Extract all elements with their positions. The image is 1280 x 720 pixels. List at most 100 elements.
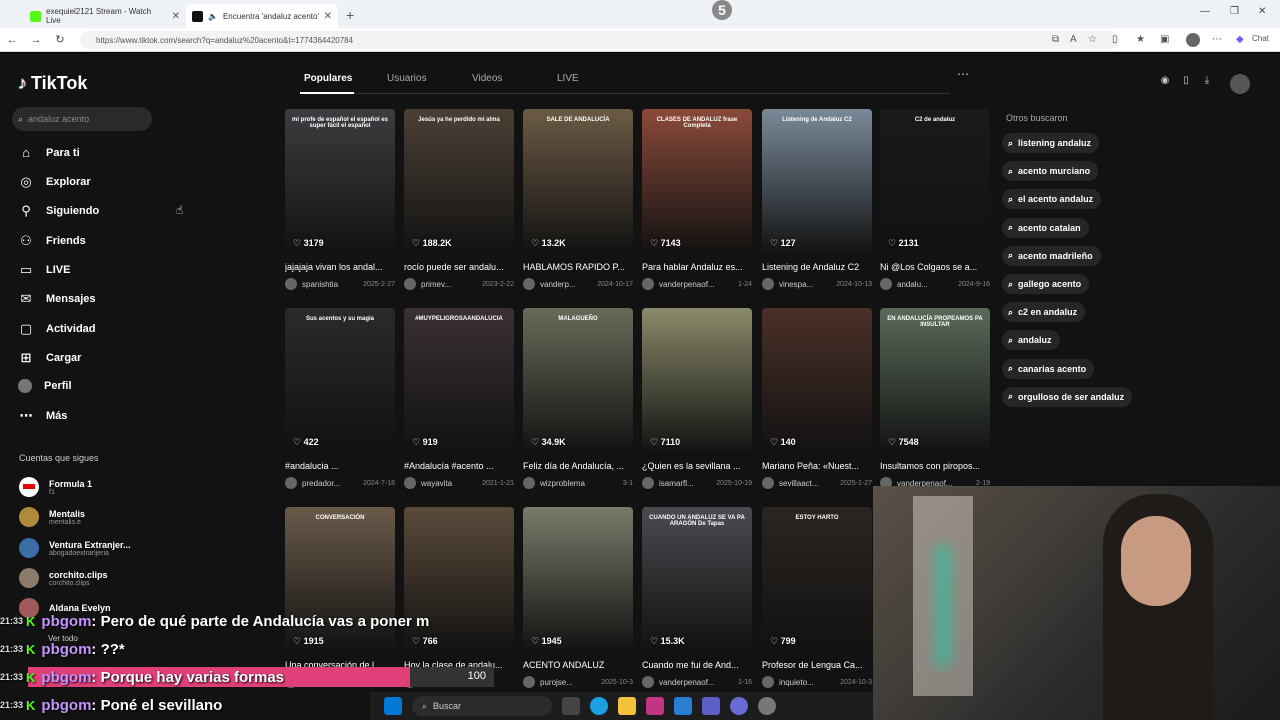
video-thumbnail[interactable]: Jesús ya he perdido mi alma ♡ 188.2K [404,109,514,255]
author-name[interactable]: primev... [421,280,451,289]
video-thumbnail[interactable]: mi profe de español el español es super … [285,109,395,255]
coin-icon[interactable]: ◉ [1156,75,1174,93]
nav-item-more[interactable]: ⋯ Más [18,408,68,424]
author-name[interactable]: predador... [302,479,340,488]
related-search-chip[interactable]: ⌕ listening andaluz [1002,133,1100,153]
video-caption[interactable]: #andalucia ... [285,461,395,471]
menu-icon[interactable]: ⋯ [1212,34,1222,45]
windows-start-icon[interactable] [384,697,402,715]
author-avatar[interactable] [523,477,535,489]
video-caption[interactable]: Ni @Los Colgaos se a... [880,262,990,272]
related-search-chip[interactable]: ⌕ acento murciano [1002,161,1099,182]
video-card[interactable]: EN ANDALUCÍA PROPEAMOS PA INSULTAR ♡ 754… [880,308,990,489]
video-caption[interactable]: Para hablar Andaluz es... [642,262,752,272]
device-icon[interactable]: ▯ [1177,75,1195,93]
tab-popular[interactable]: Populares [304,73,352,84]
back-icon[interactable]: ← [0,34,24,46]
author-name[interactable]: spanishtia [302,280,338,289]
store-icon[interactable] [674,697,692,715]
video-caption[interactable]: Feliz día de Andalucía, ... [523,461,633,471]
author-avatar[interactable] [404,477,416,489]
new-tab-button[interactable]: + [346,7,354,23]
close-window-icon[interactable]: ✕ [1258,6,1266,17]
collections-icon[interactable]: ▣ [1160,34,1169,45]
nav-item-upload[interactable]: ⊞ Cargar [18,350,82,366]
nav-item-live[interactable]: ▭ LIVE [18,262,71,278]
taskbar-search[interactable]: ⌕ Buscar [412,696,552,716]
minimize-icon[interactable]: — [1200,6,1210,17]
search-input[interactable]: ⌕ andaluz acento [12,107,152,131]
reload-icon[interactable]: ↻ [48,33,72,46]
nav-item-friends[interactable]: ⚇ Friends [18,233,86,249]
tiktok-logo[interactable]: ♪ TikTok [18,73,87,94]
video-card[interactable]: Sus acentos y su magia ♡ 422 #andalucia … [285,308,395,489]
related-search-chip[interactable]: ⌕ acento catalan [1002,217,1089,238]
related-search-chip[interactable]: ⌕ andaluz [1002,330,1060,351]
video-thumbnail[interactable]: Listening de Andaluz C2 ♡ 127 [762,109,872,255]
video-thumbnail[interactable]: ♡ 1945 [523,507,633,653]
video-thumbnail[interactable]: #MUYPELIGROSAANDALUCIA ♡ 919 [404,308,514,454]
author-avatar[interactable] [880,278,892,290]
video-thumbnail[interactable]: CUANDO UN ANDALUZ SE VA PA ARAGÓN De Tap… [642,507,752,653]
favorites-bar-icon[interactable]: ★ [1136,34,1145,45]
profile-avatar[interactable] [1186,33,1200,47]
video-card[interactable]: C2 de andaluz ♡ 2131 Ni @Los Colgaos se … [880,109,990,290]
author-name[interactable]: vinespa... [779,280,813,289]
video-thumbnail[interactable]: ♡ 7110 [642,308,752,454]
more-options-icon[interactable]: ⋯ [957,67,969,81]
video-card[interactable]: SALE DE ANDALUCÍA ♡ 13.2K HABLAMOS RAPID… [523,109,633,290]
forward-icon[interactable]: → [24,34,48,46]
video-card[interactable]: ESTOY HARTO ♡ 799 Profesor de Lengua Ca.… [762,507,872,688]
video-thumbnail[interactable]: EN ANDALUCÍA PROPEAMOS PA INSULTAR ♡ 754… [880,308,990,454]
task-view-icon[interactable] [562,697,580,715]
settings-icon[interactable] [758,697,776,715]
close-tab-icon[interactable]: ✕ [324,11,332,22]
video-thumbnail[interactable]: C2 de andaluz ♡ 2131 [880,109,990,255]
video-caption[interactable]: jajajaja vivan los andal... [285,262,395,272]
install-icon[interactable]: ⧉ [1052,34,1059,45]
url-field[interactable]: https://www.tiktok.com/search?q=andaluz%… [80,31,1120,49]
author-avatar[interactable] [285,278,297,290]
author-avatar[interactable] [642,676,654,688]
favorite-icon[interactable]: ☆ [1088,34,1097,45]
author-avatar[interactable] [523,278,535,290]
explorer-icon[interactable] [618,697,636,715]
author-avatar[interactable] [523,676,535,688]
video-thumbnail[interactable]: ESTOY HARTO ♡ 799 [762,507,872,653]
video-card[interactable]: #MUYPELIGROSAANDALUCIA ♡ 919 #Andalucía … [404,308,514,489]
video-card[interactable]: ♡ 766 Hoy la clase de andalu... [404,507,514,688]
nav-item-explore[interactable]: ◎ Explorar [18,174,90,190]
nav-item-following[interactable]: ⚲ Siguiendo [18,203,99,219]
author-name[interactable]: wayavita [421,479,452,488]
related-search-chip[interactable]: ⌕ canarias acento [1002,358,1095,379]
reader-icon[interactable]: A [1070,34,1077,45]
video-caption[interactable]: Insultamos con piropos... [880,461,990,471]
video-thumbnail[interactable]: SALE DE ANDALUCÍA ♡ 13.2K [523,109,633,255]
video-card[interactable]: ♡ 1945 ACENTO ANDALUZ purojse... 2025-10… [523,507,633,688]
video-card[interactable]: CONVERSACIÓN ♡ 1915 Una conversación de … [285,507,395,688]
video-caption[interactable]: #Andalucía #acento ... [404,461,514,471]
video-thumbnail[interactable]: Sus acentos y su magia ♡ 422 [285,308,395,454]
author-avatar[interactable] [762,477,774,489]
author-name[interactable]: vanderpenaof... [659,678,715,687]
tab-users[interactable]: Usuarios [387,73,426,84]
author-name[interactable]: vanderpenaof... [659,280,715,289]
video-card[interactable]: ♡ 140 Mariano Peña: «Nuest... sevillaact… [762,308,872,489]
related-search-chip[interactable]: ⌕ orgulloso de ser andaluz [1002,386,1133,407]
nav-item-profile[interactable]: Perfil [18,379,72,393]
video-caption[interactable]: Listening de Andaluz C2 [762,262,872,272]
instagram-icon[interactable] [646,697,664,715]
author-name[interactable]: vanderp... [540,280,576,289]
video-card[interactable]: mi profe de español el español es super … [285,109,395,290]
browser-tab-kick[interactable]: exequiel2121 Stream - Watch Live ✕ [24,4,186,28]
teams-icon[interactable] [702,697,720,715]
download-icon[interactable]: ⤓ [1198,75,1216,93]
obs-icon[interactable] [730,697,748,715]
video-thumbnail[interactable]: ♡ 140 [762,308,872,454]
account-item[interactable]: Mentalis mentalis.e [19,507,85,527]
author-avatar[interactable] [762,278,774,290]
edge-icon[interactable] [590,697,608,715]
video-caption[interactable]: ACENTO ANDALUZ [523,660,633,670]
related-search-chip[interactable]: ⌕ c2 en andaluz [1002,302,1086,323]
nav-item-messages[interactable]: ✉ Mensajes [18,291,96,307]
